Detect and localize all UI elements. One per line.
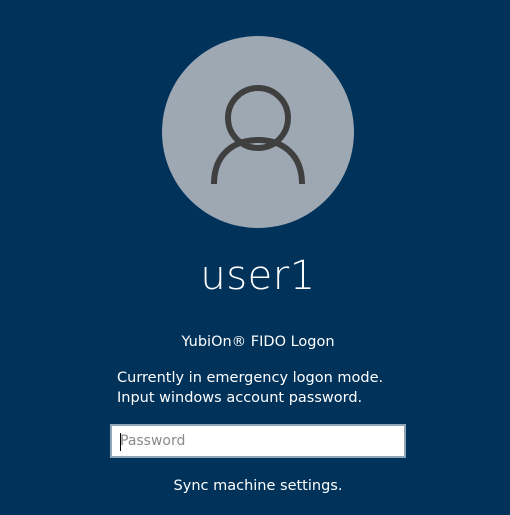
user-avatar bbox=[162, 36, 354, 228]
user-silhouette-icon bbox=[211, 85, 305, 185]
password-input[interactable] bbox=[112, 426, 404, 456]
text-caret bbox=[120, 433, 121, 451]
sync-machine-settings-link[interactable]: Sync machine settings. bbox=[0, 476, 510, 496]
password-field-container[interactable] bbox=[110, 424, 406, 458]
username-label: user1 bbox=[200, 253, 316, 299]
emergency-mode-message: Currently in emergency logon mode. Input… bbox=[117, 370, 384, 406]
logon-screen: user1 YubiOn® FIDO Logon Currently in em… bbox=[0, 0, 510, 515]
credential-provider-label: YubiOn® FIDO Logon bbox=[181, 334, 335, 350]
